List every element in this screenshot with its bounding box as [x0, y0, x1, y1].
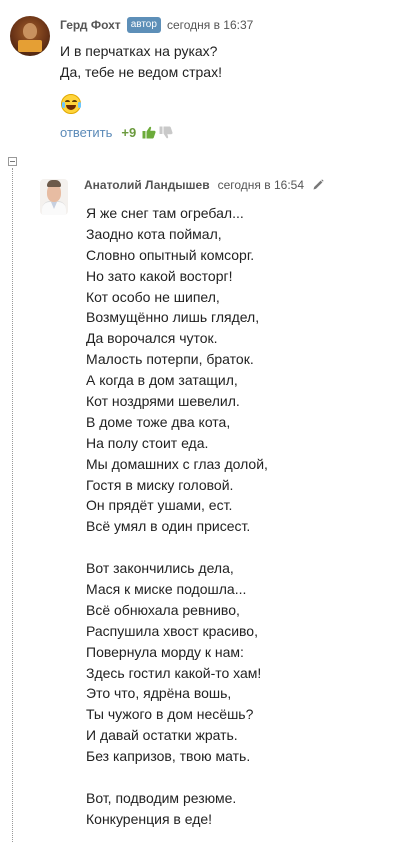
laughing-tears-emoji-icon — [61, 94, 81, 114]
poem-line: Это что, ядрёна вошь, — [86, 685, 232, 702]
poem-line: Возмущённо лишь глядел, — [86, 309, 260, 326]
comment-line: Да, тебе не ведом страх! — [60, 64, 222, 80]
poem-line: Вот закончились дела, — [86, 560, 234, 577]
author-name[interactable]: Герд Фохт — [60, 18, 121, 32]
poem-line: Всё обнюхала ревниво, — [86, 601, 240, 618]
emoji-eye — [65, 100, 70, 104]
emoji-tear — [78, 102, 81, 108]
poem-line: Кот особо не шипел, — [86, 288, 220, 305]
comment-actions: ответить +9 — [60, 124, 173, 140]
comment-header: Герд Фохт автор сегодня в 16:37 — [60, 16, 253, 34]
poem-line — [86, 537, 268, 558]
poem-line: Конкуренция в еде! — [86, 810, 213, 827]
poem-line: Повернула морду к нам: — [86, 643, 244, 660]
poem-line: Без капризов, твою мать. — [86, 748, 251, 765]
poem-line: На полу стоит еда. — [86, 434, 209, 451]
poem-line: Но зато какой восторг! — [86, 267, 233, 284]
avatar-figure-head — [23, 23, 37, 39]
poem-line: Вот, подводим резюме. — [86, 789, 237, 806]
poem-line: Я же снег там огребал... — [86, 205, 244, 221]
poem-line — [86, 767, 268, 788]
poem-line: Гостя в миску головой. — [86, 476, 234, 493]
author-name[interactable]: Анатолий Ландышев — [84, 178, 210, 192]
poem-line: Кот ноздрями шевелил. — [86, 393, 240, 410]
comment-time[interactable]: сегодня в 16:54 — [218, 178, 304, 192]
avatar[interactable] — [10, 16, 50, 56]
comment-line: И в перчатках на руках? — [60, 43, 218, 59]
poem-line: Мы домашних с глаз долой, — [86, 455, 268, 472]
author-badge: автор — [126, 17, 161, 33]
poem-line: Распушила хвост красиво, — [86, 622, 258, 639]
poem-line: А когда в дом затащил, — [86, 372, 238, 389]
thumbs-down-icon[interactable] — [159, 126, 173, 139]
vote-score: +9 — [121, 124, 137, 140]
poem-line: Заодно кота поймал, — [86, 225, 222, 242]
emoji-tear — [62, 102, 65, 108]
comment-time[interactable]: сегодня в 16:37 — [167, 18, 253, 32]
comment-text: Я же снег там огребал... Заодно кота пойм… — [86, 203, 268, 830]
poem-line: Да ворочался чуток. — [86, 330, 218, 347]
poem-line: Малость потерпи, браток. — [86, 351, 254, 368]
emoji-eye — [72, 100, 77, 104]
poem-line: И давай остатки жрать. — [86, 727, 238, 744]
reply-link[interactable]: ответить — [60, 125, 112, 140]
avatar-hair — [47, 180, 61, 187]
poem-line: В доме тоже два кота, — [86, 413, 231, 430]
poem-line: Ты чужого в дом несёшь? — [86, 706, 254, 723]
comment-text: И в перчатках на руках? Да, тебе не ведо… — [60, 41, 222, 83]
pencil-icon[interactable] — [312, 179, 324, 191]
comment-header: Анатолий Ландышев сегодня в 16:54 — [84, 177, 324, 193]
collapse-thread-button[interactable] — [8, 157, 17, 166]
avatar[interactable] — [40, 179, 68, 215]
thread-line — [12, 168, 13, 842]
poem-line: Всё умял в один присест. — [86, 518, 251, 535]
poem-line: Он прядёт ушами, ест. — [86, 497, 233, 514]
emoji-mouth — [66, 105, 76, 110]
poem-line: Мася к миске подошла... — [86, 581, 247, 598]
avatar-figure-book — [18, 40, 42, 52]
poem-line: Словно опытный комсорг. — [86, 246, 255, 263]
poem-line: Здесь гостил какой-то хам! — [86, 664, 262, 681]
thumbs-up-icon[interactable] — [142, 126, 156, 139]
